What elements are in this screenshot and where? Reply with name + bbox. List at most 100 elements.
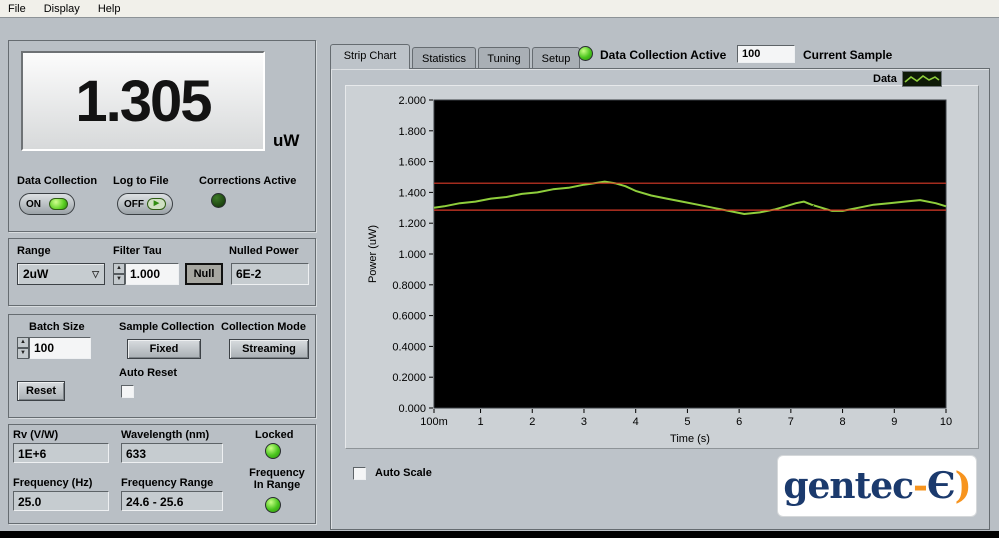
locked-label: Locked [255, 429, 294, 441]
tab-statistics[interactable]: Statistics [412, 47, 476, 68]
y-tick-label: 0.4000 [392, 341, 426, 353]
batch-panel: Batch Size Sample Collection Collection … [8, 314, 316, 418]
y-tick-label: 1.800 [398, 126, 426, 138]
x-tick-label: 5 [684, 416, 690, 428]
batch-size-increment-icon[interactable]: ▲ [17, 337, 29, 348]
range-value: 2uW [23, 267, 48, 281]
corrections-active-led [211, 193, 226, 208]
frequency-in-range-label: Frequency In Range [239, 467, 315, 491]
x-tick-label: 9 [891, 416, 897, 428]
frequency-label: Frequency (Hz) [13, 477, 92, 489]
null-button[interactable]: Null [185, 263, 223, 285]
auto-reset-checkbox[interactable] [121, 385, 134, 398]
y-tick-label: 0.000 [398, 403, 426, 415]
range-dropdown[interactable]: 2uW ▽ [17, 263, 105, 285]
y-tick-label: 1.400 [398, 187, 426, 199]
x-tick-label: 8 [840, 416, 846, 428]
filter-tau-decrement-icon[interactable]: ▼ [113, 274, 125, 285]
chart-legend: Data [873, 71, 942, 87]
batch-size-spinner: ▲ ▼ 100 [17, 337, 91, 359]
nulled-power-label: Nulled Power [229, 245, 299, 257]
locked-led [265, 443, 281, 459]
sample-collection-button[interactable]: Fixed [127, 339, 201, 359]
y-axis-label: Power (uW) [367, 225, 379, 283]
batch-size-decrement-icon[interactable]: ▼ [17, 348, 29, 359]
auto-reset-label: Auto Reset [119, 367, 177, 379]
collection-mode-button[interactable]: Streaming [229, 339, 309, 359]
dropdown-arrow-icon: ▽ [92, 269, 99, 280]
x-tick-label: 3 [581, 416, 587, 428]
filter-tau-label: Filter Tau [113, 245, 162, 257]
wavelength-label: Wavelength (nm) [121, 429, 209, 441]
detector-panel: Rv (V/W) 1E+6 Wavelength (nm) 633 Locked… [8, 424, 316, 524]
gentec-logo: gentec-Є) [777, 455, 977, 517]
wavelength-value: 633 [121, 443, 223, 463]
auto-scale-label: Auto Scale [375, 467, 432, 479]
x-tick-label: 100m [420, 416, 448, 428]
y-tick-label: 0.2000 [392, 372, 426, 384]
strip-chart-panel: Data 2.0001.8001.6001.4001.2001.0000.800… [330, 68, 990, 530]
y-tick-label: 0.6000 [392, 311, 426, 323]
collection-mode-label: Collection Mode [221, 321, 306, 333]
power-value: 1.305 [75, 68, 210, 135]
x-axis-label: Time (s) [670, 433, 710, 445]
menu-item-display[interactable]: Display [44, 3, 80, 15]
data-collection-active-led [578, 46, 593, 61]
data-collection-state: ON [26, 199, 41, 210]
meter-panel: 1.305 uW Data Collection Log to File Cor… [8, 40, 316, 232]
legend-line-sample-icon[interactable] [902, 71, 942, 87]
frequency-in-range-led [265, 497, 281, 513]
sample-collection-label: Sample Collection [119, 321, 214, 333]
frequency-value: 25.0 [13, 491, 109, 511]
tab-tuning[interactable]: Tuning [478, 47, 530, 68]
logo-arc-icon: ) [955, 465, 971, 507]
chart-svg: 2.0001.8001.6001.4001.2001.0000.80000.60… [346, 86, 978, 448]
nulled-power-value: 6E-2 [231, 263, 309, 285]
log-to-file-label: Log to File [113, 175, 169, 187]
logo-dash: - [913, 465, 927, 507]
y-tick-label: 2.000 [398, 95, 426, 107]
x-tick-label: 2 [529, 416, 535, 428]
reset-button[interactable]: Reset [17, 381, 65, 401]
menu-item-file[interactable]: File [8, 3, 26, 15]
data-collection-label: Data Collection [17, 175, 97, 187]
power-unit: uW [273, 131, 299, 151]
y-tick-label: 1.000 [398, 249, 426, 261]
filter-tau-input[interactable]: 1.000 [125, 263, 179, 285]
rv-value: 1E+6 [13, 443, 109, 463]
log-to-file-toggle[interactable]: OFF ▶ [117, 193, 173, 215]
logo-text: gentec [783, 465, 913, 507]
frequency-range-label: Frequency Range [121, 477, 213, 489]
y-tick-label: 1.200 [398, 218, 426, 230]
menu-item-help[interactable]: Help [98, 3, 121, 15]
toggle-on-indicator-icon [49, 198, 68, 210]
legend-label: Data [873, 73, 897, 85]
frequency-range-value: 24.6 - 25.6 [121, 491, 223, 511]
cursor-marker-icon: × [808, 202, 814, 214]
current-sample-input[interactable]: 100 [737, 45, 795, 63]
range-label: Range [17, 245, 51, 257]
filter-tau-increment-icon[interactable]: ▲ [113, 263, 125, 274]
x-tick-label: 10 [940, 416, 952, 428]
log-to-file-state: OFF [124, 199, 144, 210]
corrections-active-label: Corrections Active [199, 175, 296, 187]
rv-label: Rv (V/W) [13, 429, 58, 441]
strip-chart: 2.0001.8001.6001.4001.2001.0000.80000.60… [345, 85, 979, 449]
data-collection-toggle[interactable]: ON [19, 193, 75, 215]
batch-size-input[interactable]: 100 [29, 337, 91, 359]
tab-strip-chart[interactable]: Strip Chart [330, 44, 410, 69]
x-tick-label: 1 [477, 416, 483, 428]
x-tick-label: 6 [736, 416, 742, 428]
tab-setup[interactable]: Setup [532, 47, 580, 68]
current-sample-label: Current Sample [803, 48, 892, 62]
menu-bar: File Display Help [0, 0, 999, 18]
batch-size-label: Batch Size [29, 321, 85, 333]
x-tick-label: 4 [633, 416, 639, 428]
plot-area [434, 100, 946, 408]
auto-scale-checkbox[interactable] [353, 467, 366, 480]
toggle-off-indicator-icon: ▶ [147, 198, 166, 210]
y-tick-label: 0.8000 [392, 280, 426, 292]
window-bottom-edge [0, 531, 999, 538]
data-collection-active-label: Data Collection Active [600, 48, 726, 62]
range-panel: Range Filter Tau Nulled Power 2uW ▽ ▲ ▼ … [8, 238, 316, 306]
